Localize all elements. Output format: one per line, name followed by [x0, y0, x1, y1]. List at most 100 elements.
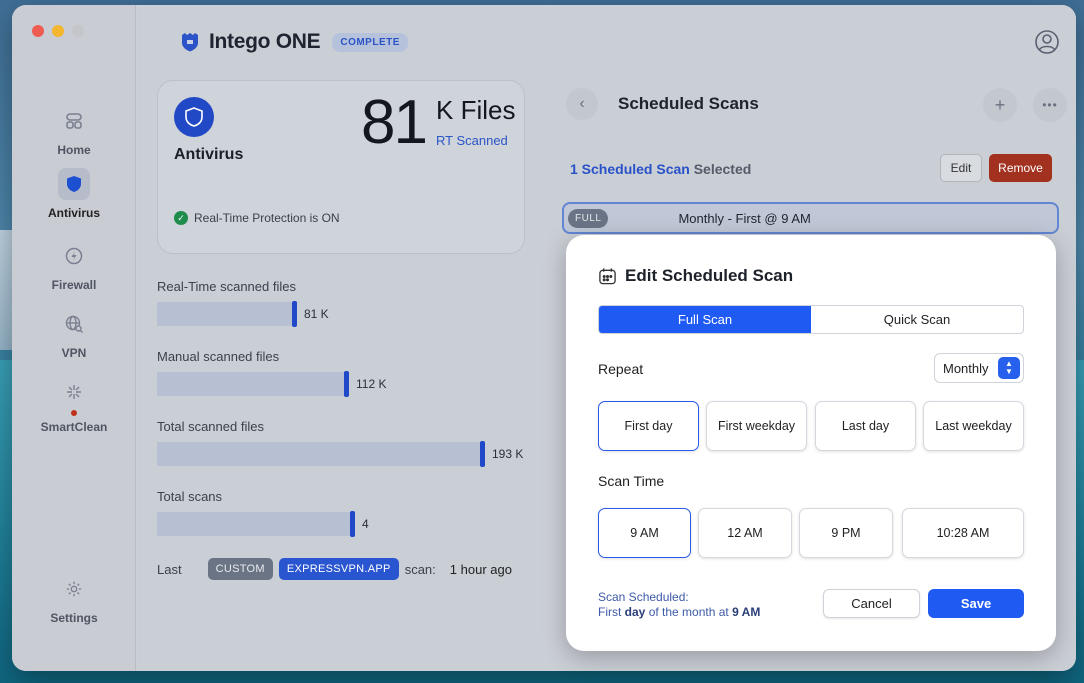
sidebar-item-label: SmartClean [40, 420, 108, 434]
scheduled-scan-row[interactable]: FULL Monthly - First @ 9 AM [562, 202, 1059, 234]
stat-value: 4 [362, 517, 369, 531]
zoom-window-button[interactable] [72, 25, 84, 37]
app-logo: Intego ONE COMPLETE [179, 30, 408, 54]
time-option-9am[interactable]: 9 AM [598, 508, 691, 558]
window-controls [32, 25, 84, 37]
calendar-icon [599, 267, 616, 284]
time-option-custom[interactable]: 10:28 AM [902, 508, 1024, 558]
stat-label: Total scanned files [157, 419, 264, 434]
sidebar: Home Antivirus Firewall VPN SmartClean S… [12, 5, 136, 671]
scan-target-tag[interactable]: EXPRESSVPN.APP [278, 558, 399, 580]
antivirus-card: Antivirus 81 K Files RT Scanned ✓ Real-T… [157, 80, 525, 254]
stat-total-files: Total scanned files 193 K [157, 419, 537, 467]
scan-time-label: Scan Time [598, 473, 665, 489]
tab-quick-scan[interactable]: Quick Scan [811, 306, 1023, 333]
stat-value: 112 K [356, 377, 387, 391]
cancel-button[interactable]: Cancel [823, 589, 920, 618]
close-window-button[interactable] [32, 25, 44, 37]
plus-icon: + [994, 94, 1006, 115]
dialog-title-text: Edit Scheduled Scan [625, 266, 794, 285]
antivirus-title: Antivirus [174, 146, 244, 163]
last-scan-prefix: Last [157, 561, 182, 577]
minimize-window-button[interactable] [52, 25, 64, 37]
vpn-globe-icon [58, 308, 90, 340]
stat-bar [157, 441, 485, 467]
edit-button[interactable]: Edit [940, 154, 982, 182]
last-scan-row: Last CUSTOM EXPRESSVPN.APP scan: 1 hour … [157, 558, 512, 580]
time-option-9pm[interactable]: 9 PM [799, 508, 893, 558]
sidebar-item-label: Firewall [51, 278, 97, 292]
scan-type-segmented-control: Full Scan Quick Scan [598, 305, 1024, 334]
last-scan-suffix: scan: [404, 561, 436, 577]
stat-bar [157, 371, 349, 397]
sidebar-item-firewall[interactable]: Firewall [12, 240, 136, 292]
rt-count: 81 [361, 88, 428, 157]
stat-label: Manual scanned files [157, 349, 280, 364]
schedule-summary: Scan Scheduled: First day of the month a… [598, 590, 760, 620]
selection-suffix: Selected [693, 161, 752, 177]
edition-badge: COMPLETE [332, 32, 408, 52]
sidebar-item-smartclean[interactable]: SmartClean [12, 376, 136, 434]
edit-scheduled-scan-dialog: Edit Scheduled Scan Full Scan Quick Scan… [566, 235, 1056, 651]
stat-label: Total scans [157, 489, 223, 504]
sidebar-item-label: Home [57, 143, 91, 157]
more-options-button[interactable]: ••• [1033, 88, 1067, 122]
sidebar-item-settings[interactable]: Settings [12, 573, 136, 625]
intego-logo-icon [182, 33, 198, 52]
sidebar-item-label: Settings [50, 611, 98, 625]
summary-line-2: First day of the month at 9 AM [598, 605, 761, 619]
stat-bar [157, 511, 355, 537]
scan-row-text: Monthly - First @ 9 AM [678, 210, 811, 226]
add-scan-button[interactable]: + [983, 88, 1017, 122]
ellipsis-icon: ••• [1042, 98, 1058, 112]
repeat-select-value: Monthly [943, 360, 989, 376]
custom-tag: CUSTOM [207, 558, 273, 580]
stat-realtime: Real-Time scanned files 81 K [157, 279, 537, 327]
scan-type-badge: FULL [568, 208, 609, 228]
sidebar-item-label: Antivirus [47, 206, 100, 220]
save-button[interactable]: Save [928, 589, 1024, 618]
repeat-label: Repeat [598, 361, 644, 377]
stat-total-scans: Total scans 4 [157, 489, 537, 537]
repeat-option-last-day[interactable]: Last day [815, 401, 916, 451]
dialog-title: Edit Scheduled Scan [598, 266, 793, 286]
back-button[interactable]: ‹ [566, 88, 598, 120]
repeat-option-first-day[interactable]: First day [598, 401, 699, 451]
stat-manual: Manual scanned files 112 K [157, 349, 537, 397]
stat-bar [157, 301, 297, 327]
sidebar-item-vpn[interactable]: VPN [12, 308, 136, 360]
time-option-12am[interactable]: 12 AM [698, 508, 792, 558]
stat-label: Real-Time scanned files [157, 279, 296, 294]
repeat-select[interactable]: Monthly ▲ ▼ [934, 353, 1024, 383]
selection-status: 1 Scheduled Scan Selected [570, 161, 751, 177]
summary-line-1: Scan Scheduled: [598, 590, 689, 604]
rt-count-unit: K Files [436, 95, 516, 125]
app-name: Intego ONE [209, 30, 321, 53]
stat-value: 193 K [492, 447, 524, 461]
sidebar-item-label: VPN [61, 346, 87, 360]
sidebar-item-antivirus[interactable]: Antivirus [12, 168, 136, 220]
chevron-left-icon: ‹ [579, 95, 585, 112]
protection-status: ✓ Real-Time Protection is ON [174, 211, 340, 225]
panel-title: Scheduled Scans [618, 94, 759, 113]
repeat-option-first-weekday[interactable]: First weekday [706, 401, 807, 451]
repeat-option-last-weekday[interactable]: Last weekday [923, 401, 1024, 451]
home-grid-icon [58, 105, 90, 137]
firewall-icon [58, 240, 90, 272]
shield-icon [58, 168, 90, 200]
sparkle-icon [58, 376, 90, 408]
tab-full-scan[interactable]: Full Scan [599, 306, 811, 333]
last-scan-time: 1 hour ago [449, 561, 512, 577]
check-icon: ✓ [174, 211, 188, 225]
antivirus-shield-icon [174, 97, 214, 137]
account-icon[interactable] [1034, 29, 1060, 55]
sidebar-item-home[interactable]: Home [12, 105, 136, 157]
gear-icon [58, 573, 90, 605]
antivirus-panel: Intego ONE COMPLETE Antivirus 81 K Files… [137, 5, 545, 671]
select-stepper-icon: ▲ ▼ [998, 357, 1020, 379]
stat-value: 81 K [304, 307, 329, 321]
rt-scanned-link[interactable]: RT Scanned [436, 133, 508, 148]
protection-status-text: Real-Time Protection is ON [194, 211, 340, 225]
alert-dot [71, 410, 77, 416]
remove-button[interactable]: Remove [989, 154, 1052, 182]
